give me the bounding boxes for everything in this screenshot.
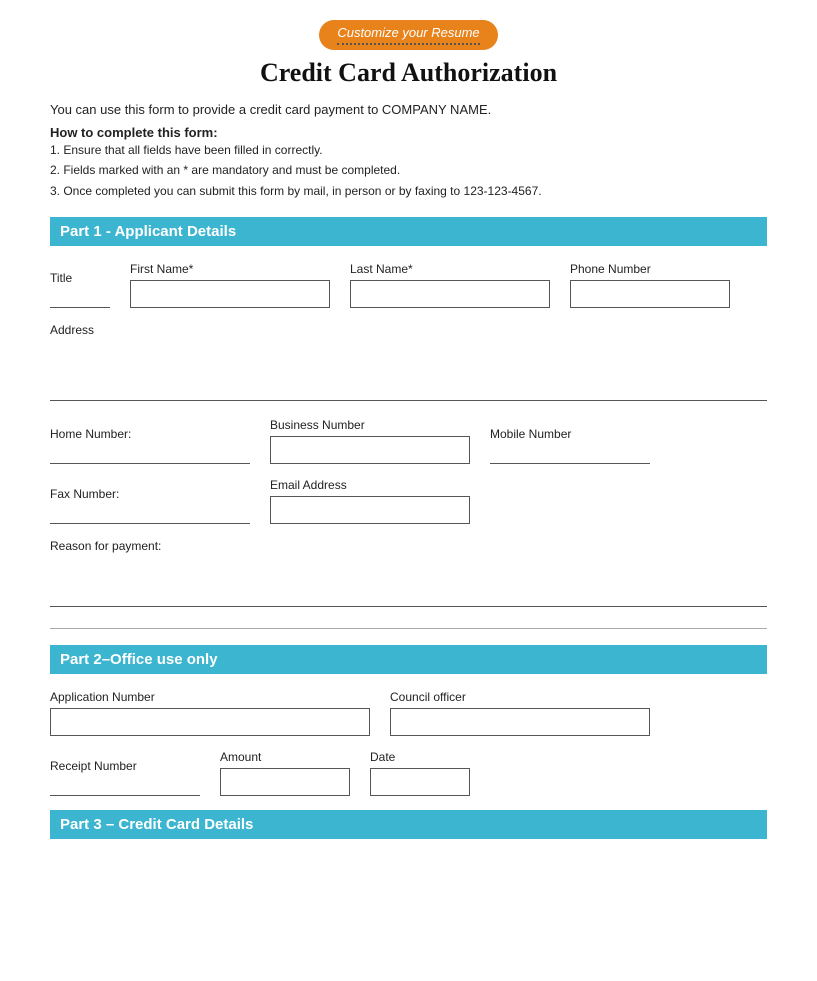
divider	[50, 628, 767, 629]
phone-group: Phone Number	[570, 262, 730, 308]
lastname-input[interactable]	[350, 280, 550, 308]
homenumber-group: Home Number:	[50, 427, 250, 464]
name-row: Title First Name* Last Name* Phone Numbe…	[50, 262, 767, 308]
part3-header: Part 3 – Credit Card Details	[50, 810, 767, 839]
how-to-section: How to complete this form: 1. Ensure tha…	[50, 125, 767, 201]
intro-text: You can use this form to provide a credi…	[50, 102, 767, 117]
firstname-group: First Name*	[130, 262, 330, 308]
appnum-council-row: Application Number Council officer	[50, 690, 767, 736]
part1-header: Part 1 - Applicant Details	[50, 217, 767, 246]
firstname-input[interactable]	[130, 280, 330, 308]
council-input[interactable]	[390, 708, 650, 736]
date-group: Date	[370, 750, 470, 796]
emailaddress-label: Email Address	[270, 478, 470, 492]
mobilenumber-group: Mobile Number	[490, 427, 650, 464]
how-to-label: How to complete this form:	[50, 125, 218, 140]
council-group: Council officer	[390, 690, 650, 736]
lastname-label: Last Name*	[350, 262, 550, 276]
phone-label: Phone Number	[570, 262, 730, 276]
receipt-input[interactable]	[50, 777, 200, 796]
businessnumber-group: Business Number	[270, 418, 470, 464]
date-input[interactable]	[370, 768, 470, 796]
reason-label: Reason for payment:	[50, 539, 161, 553]
title-input[interactable]	[50, 289, 110, 308]
emailaddress-input[interactable]	[270, 496, 470, 524]
reason-input[interactable]	[50, 557, 767, 607]
amount-group: Amount	[220, 750, 350, 796]
address-label: Address	[50, 323, 94, 337]
how-to-step2: 2. Fields marked with an * are mandatory…	[50, 160, 767, 180]
date-label: Date	[370, 750, 470, 764]
emailaddress-group: Email Address	[270, 478, 470, 524]
page: Customize your Resume Credit Card Author…	[0, 0, 817, 981]
receipt-label: Receipt Number	[50, 759, 200, 773]
address-input[interactable]	[50, 341, 767, 401]
customize-btn[interactable]: Customize your Resume	[319, 20, 497, 50]
title-group: Title	[50, 271, 110, 308]
reason-section: Reason for payment:	[50, 538, 767, 610]
homenumber-input[interactable]	[50, 445, 250, 464]
fax-email-row: Fax Number: Email Address	[50, 478, 767, 524]
title-label: Title	[50, 271, 110, 285]
form-title: Credit Card Authorization	[50, 58, 767, 88]
mobilenumber-label: Mobile Number	[490, 427, 650, 441]
numbers-row: Home Number: Business Number Mobile Numb…	[50, 418, 767, 464]
businessnumber-label: Business Number	[270, 418, 470, 432]
how-to-step1: 1. Ensure that all fields have been fill…	[50, 140, 767, 160]
how-to-step3: 3. Once completed you can submit this fo…	[50, 181, 767, 201]
council-label: Council officer	[390, 690, 650, 704]
lastname-group: Last Name*	[350, 262, 550, 308]
amount-input[interactable]	[220, 768, 350, 796]
appnum-input[interactable]	[50, 708, 370, 736]
amount-label: Amount	[220, 750, 350, 764]
receipt-group: Receipt Number	[50, 759, 200, 796]
faxnumber-label: Fax Number:	[50, 487, 250, 501]
mobilenumber-input[interactable]	[490, 445, 650, 464]
businessnumber-input[interactable]	[270, 436, 470, 464]
appnum-group: Application Number	[50, 690, 370, 736]
homenumber-label: Home Number:	[50, 427, 250, 441]
faxnumber-group: Fax Number:	[50, 487, 250, 524]
part2-header: Part 2–Office use only	[50, 645, 767, 674]
firstname-label: First Name*	[130, 262, 330, 276]
address-section: Address	[50, 322, 767, 404]
phone-input[interactable]	[570, 280, 730, 308]
faxnumber-input[interactable]	[50, 505, 250, 524]
receipt-amount-date-row: Receipt Number Amount Date	[50, 750, 767, 796]
appnum-label: Application Number	[50, 690, 370, 704]
